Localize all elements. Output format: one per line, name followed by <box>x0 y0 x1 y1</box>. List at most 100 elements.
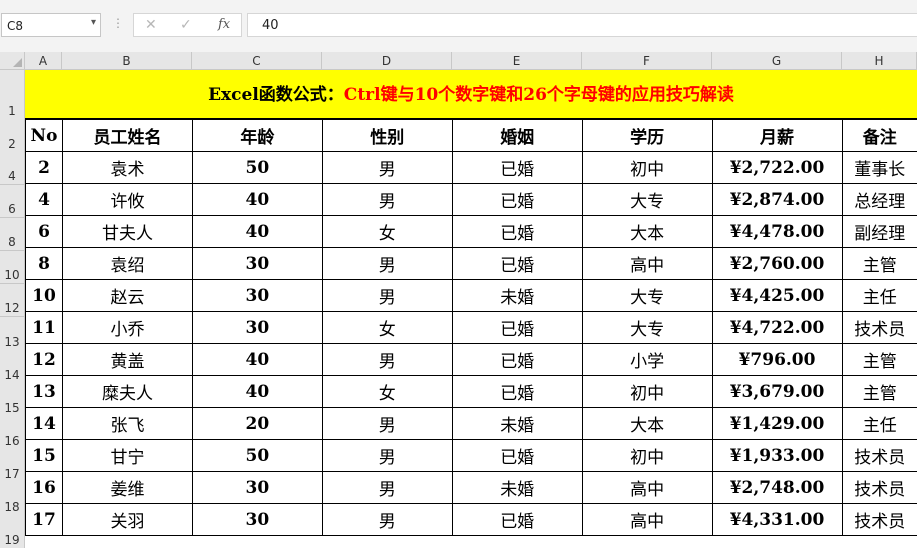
table-cell[interactable]: 总经理 <box>841 183 917 216</box>
table-cell[interactable]: 初中 <box>581 151 713 184</box>
table-cell[interactable]: 高中 <box>581 471 713 504</box>
table-cell[interactable]: 技术员 <box>841 311 917 344</box>
table-cell[interactable]: 甘夫人 <box>61 215 193 248</box>
table-cell[interactable]: 袁绍 <box>61 247 193 280</box>
column-header-g[interactable]: G <box>712 52 842 70</box>
table-cell[interactable]: 许攸 <box>61 183 193 216</box>
table-cell[interactable]: 大本 <box>581 215 713 248</box>
table-cell[interactable]: 大专 <box>581 183 713 216</box>
table-cell[interactable]: 已婚 <box>451 183 583 216</box>
table-cell[interactable]: 高中 <box>581 503 713 536</box>
table-cell[interactable]: ¥1,933.00 <box>711 439 843 472</box>
table-cell[interactable]: 女 <box>321 215 453 248</box>
table-cell[interactable]: 男 <box>321 183 453 216</box>
row-header[interactable]: 17 <box>0 449 25 482</box>
header-cell[interactable]: 员工姓名 <box>61 119 193 152</box>
table-cell[interactable]: 赵云 <box>61 279 193 312</box>
table-cell[interactable]: 主管 <box>841 343 917 376</box>
table-cell[interactable]: 40 <box>191 343 323 376</box>
table-cell[interactable]: 已婚 <box>451 151 583 184</box>
row-header[interactable]: 4 <box>0 152 25 185</box>
table-cell[interactable]: 20 <box>191 407 323 440</box>
row-header[interactable]: 19 <box>0 515 25 548</box>
table-cell[interactable]: 30 <box>191 471 323 504</box>
table-cell[interactable]: 男 <box>321 343 453 376</box>
table-cell[interactable]: 大本 <box>581 407 713 440</box>
table-cell[interactable]: ¥3,679.00 <box>711 375 843 408</box>
table-cell[interactable]: ¥4,722.00 <box>711 311 843 344</box>
table-cell[interactable]: 13 <box>25 375 63 408</box>
column-header-e[interactable]: E <box>452 52 582 70</box>
row-header[interactable]: 1 <box>0 70 25 119</box>
table-cell[interactable]: 副经理 <box>841 215 917 248</box>
table-cell[interactable]: 大专 <box>581 279 713 312</box>
table-cell[interactable]: 6 <box>25 215 63 248</box>
table-cell[interactable]: 小乔 <box>61 311 193 344</box>
table-cell[interactable]: ¥1,429.00 <box>711 407 843 440</box>
table-cell[interactable]: 大专 <box>581 311 713 344</box>
cancel-icon[interactable]: ✕ <box>145 17 157 33</box>
table-cell[interactable]: 12 <box>25 343 63 376</box>
table-cell[interactable]: 姜维 <box>61 471 193 504</box>
table-cell[interactable]: ¥796.00 <box>711 343 843 376</box>
name-box[interactable]: C8 ▾ <box>1 13 101 37</box>
table-cell[interactable]: 40 <box>191 215 323 248</box>
more-options-icon[interactable]: ⋮ <box>112 16 124 30</box>
table-cell[interactable]: 男 <box>321 503 453 536</box>
table-cell[interactable]: 初中 <box>581 439 713 472</box>
table-cell[interactable]: 10 <box>25 279 63 312</box>
select-all-corner[interactable] <box>0 52 25 70</box>
table-cell[interactable]: 初中 <box>581 375 713 408</box>
header-cell[interactable]: 婚姻 <box>451 119 583 152</box>
column-header-h[interactable]: H <box>842 52 917 70</box>
table-cell[interactable]: 男 <box>321 247 453 280</box>
table-cell[interactable]: 16 <box>25 471 63 504</box>
table-cell[interactable]: 男 <box>321 439 453 472</box>
table-cell[interactable]: 已婚 <box>451 247 583 280</box>
table-cell[interactable]: 40 <box>191 375 323 408</box>
column-header-c[interactable]: C <box>192 52 322 70</box>
row-header[interactable]: 2 <box>0 119 25 152</box>
table-cell[interactable]: ¥2,748.00 <box>711 471 843 504</box>
header-cell[interactable]: 备注 <box>841 119 917 152</box>
table-cell[interactable]: 男 <box>321 471 453 504</box>
table-cell[interactable]: 未婚 <box>451 471 583 504</box>
table-cell[interactable]: 30 <box>191 503 323 536</box>
table-cell[interactable]: 男 <box>321 279 453 312</box>
column-header-b[interactable]: B <box>62 52 192 70</box>
formula-input[interactable]: 40 <box>247 13 917 37</box>
header-cell[interactable]: 年龄 <box>191 119 323 152</box>
table-cell[interactable]: 11 <box>25 311 63 344</box>
table-cell[interactable]: 40 <box>191 183 323 216</box>
column-header-a[interactable]: A <box>25 52 62 70</box>
row-header[interactable]: 14 <box>0 350 25 383</box>
table-cell[interactable]: 关羽 <box>61 503 193 536</box>
table-cell[interactable]: 董事长 <box>841 151 917 184</box>
table-cell[interactable]: 黄盖 <box>61 343 193 376</box>
chevron-down-icon[interactable]: ▾ <box>91 17 96 28</box>
table-cell[interactable]: 技术员 <box>841 503 917 536</box>
table-cell[interactable]: 已婚 <box>451 343 583 376</box>
header-cell[interactable]: 学历 <box>581 119 713 152</box>
table-cell[interactable]: 已婚 <box>451 215 583 248</box>
header-cell[interactable]: 性别 <box>321 119 453 152</box>
table-cell[interactable]: 女 <box>321 311 453 344</box>
row-header[interactable]: 15 <box>0 383 25 416</box>
table-cell[interactable]: 小学 <box>581 343 713 376</box>
enter-icon[interactable]: ✓ <box>180 17 192 33</box>
table-cell[interactable]: 主任 <box>841 407 917 440</box>
table-cell[interactable]: 已婚 <box>451 439 583 472</box>
table-cell[interactable]: 男 <box>321 151 453 184</box>
table-cell[interactable]: 30 <box>191 279 323 312</box>
table-cell[interactable]: 主管 <box>841 375 917 408</box>
sheet-title-cell[interactable]: Excel函数公式：Ctrl键与10个数字键和26个字母键的应用技巧解读 <box>25 70 917 119</box>
table-cell[interactable]: 技术员 <box>841 471 917 504</box>
insert-function-icon[interactable]: fx <box>218 17 230 32</box>
table-cell[interactable]: 已婚 <box>451 311 583 344</box>
row-header[interactable]: 18 <box>0 482 25 515</box>
table-cell[interactable]: 已婚 <box>451 503 583 536</box>
table-cell[interactable]: 糜夫人 <box>61 375 193 408</box>
table-cell[interactable]: 高中 <box>581 247 713 280</box>
row-header[interactable]: 16 <box>0 416 25 449</box>
table-cell[interactable]: ¥2,874.00 <box>711 183 843 216</box>
